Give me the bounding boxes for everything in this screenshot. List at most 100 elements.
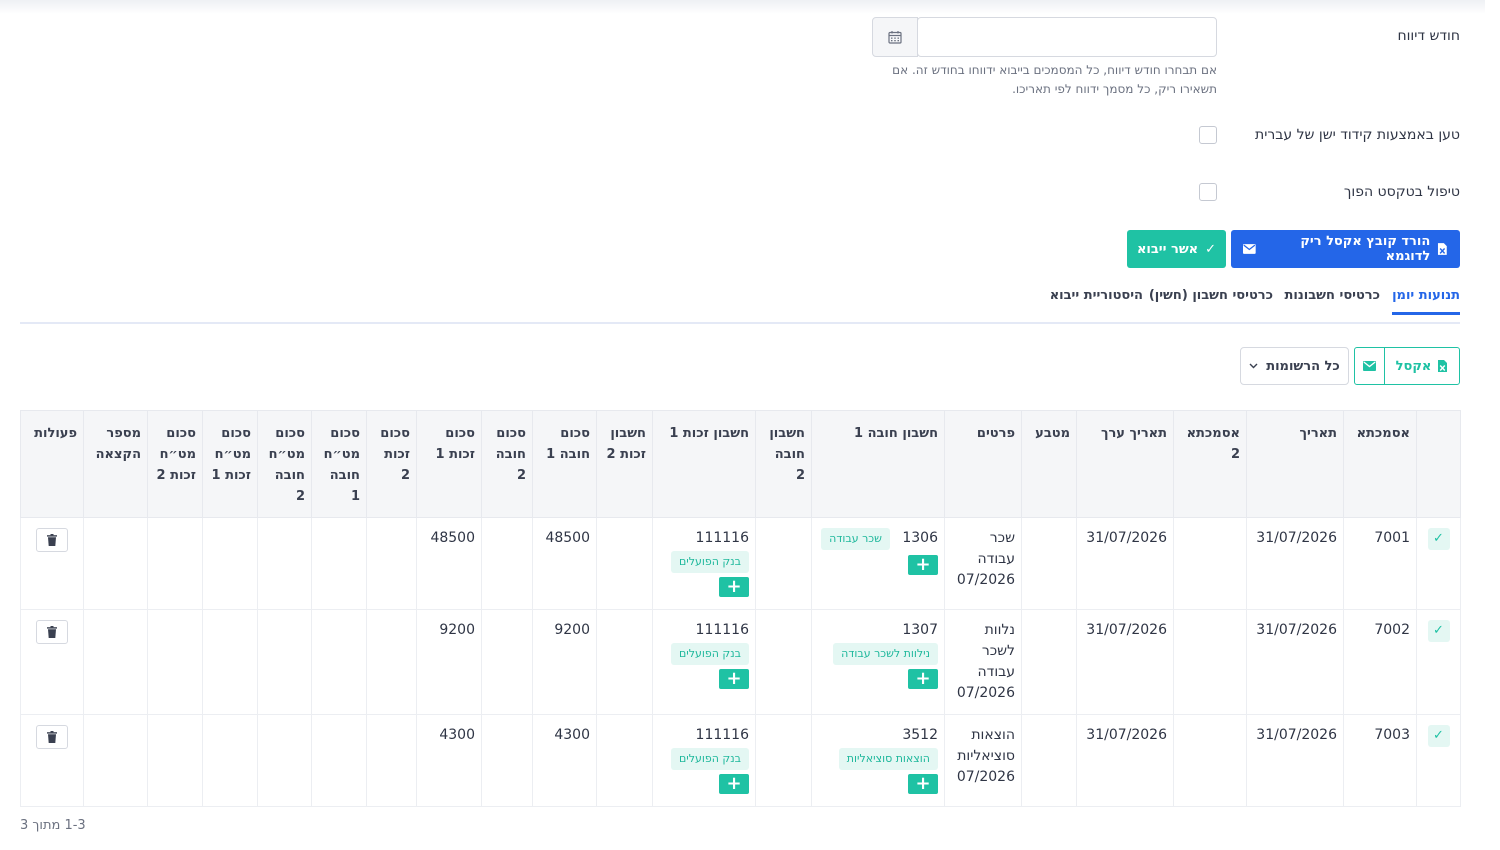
column-header: תאריך [1246,410,1344,518]
ref-cell: 7002 [1343,609,1417,715]
column-header: סכום מט״ח חובה 2 [257,410,312,518]
reverse-text-checkbox[interactable] [1199,183,1217,201]
confirm-import-label: אשר ייבוא [1136,241,1199,257]
tab-account-cards-hashin[interactable]: כרטיסי חשבון (חשין) [1149,288,1273,303]
credit2-cell [596,517,653,610]
trash-icon [47,534,57,546]
tab-import-history[interactable]: היסטוריית ייבוא [1050,288,1143,303]
value-date-cell: 31/07/2026 [1076,714,1174,807]
currency-cell [1021,714,1077,807]
report-month-input[interactable] [917,17,1217,57]
allocation-cell [83,714,148,807]
plus-icon[interactable]: + [719,669,749,689]
journal-table: אסמכתא תאריך אסמכתא 2 תאריך ערך מטבע פרט… [20,410,1461,807]
fx-debit1-cell [311,714,367,807]
fx-debit2-cell [257,714,312,807]
currency-cell [1021,609,1077,715]
debit1-cell: 1307 נילוות לשכר עבודה + [811,609,945,715]
value-date-cell: 31/07/2026 [1076,609,1174,715]
value-date-cell: 31/07/2026 [1076,517,1174,610]
actions-cell [20,714,84,807]
calendar-icon [888,31,902,44]
credit1-value: 111116 [695,530,749,546]
column-header: פעולות [20,410,84,518]
excel-export-button[interactable]: אקסל [1384,347,1460,385]
fx-debit1-cell [311,609,367,715]
ref-cell: 7003 [1343,714,1417,807]
tab-account-cards[interactable]: כרטיסי חשבונות [1285,288,1380,303]
credit1-value: 111116 [695,727,749,743]
column-header: אסמכתא [1343,410,1417,518]
fx-credit2-cell [147,517,203,610]
confirm-import-button[interactable]: ✓ אשר ייבוא [1127,230,1226,268]
fx-credit1-cell [202,609,258,715]
currency-cell [1021,517,1077,610]
delete-row-button[interactable] [36,528,68,552]
chevron-down-icon [1249,363,1258,369]
debit-amount2-cell [481,609,533,715]
fx-credit1-cell [202,517,258,610]
page-scrollbar[interactable] [1485,0,1500,850]
column-header: חשבון זכות 2 [596,410,653,518]
excel-file-icon [1438,360,1448,372]
plus-icon[interactable]: + [908,774,938,794]
debit2-cell [755,517,812,610]
details-cell: שכר עבודה 07/2026 [944,517,1022,610]
legacy-encoding-checkbox[interactable] [1199,126,1217,144]
excel-export-label: אקסל [1395,358,1432,374]
reverse-text-label: טיפול בטקסט הפוך [1343,184,1460,200]
check-icon[interactable]: ✓ [1427,528,1450,550]
calendar-button[interactable] [872,17,918,57]
tab-journal-entries[interactable]: תנועות יומן [1392,288,1460,315]
plus-icon[interactable]: + [908,669,938,689]
check-icon: ✓ [1205,241,1217,257]
credit-amount1-cell: 48500 [416,517,482,610]
credit1-cell: 111116 בנק הפועלים + [652,714,756,807]
credit2-cell [596,714,653,807]
debit2-cell [755,609,812,715]
ref2-cell [1173,714,1247,807]
download-sample-button[interactable]: הורד קובץ אקסל ריק לדוגמא [1231,230,1460,268]
account-tag: הוצאות סוציאליות [838,748,938,770]
allocation-cell [83,517,148,610]
records-filter-dropdown[interactable]: כל הרשומות [1240,347,1349,385]
check-icon[interactable]: ✓ [1427,725,1450,747]
debit-amount2-cell [481,714,533,807]
plus-icon[interactable]: + [719,577,749,597]
debit1-value: 1306 [902,530,938,546]
ref2-cell [1173,609,1247,715]
plus-icon[interactable]: + [719,774,749,794]
plus-icon[interactable]: + [908,555,938,575]
date-cell: 31/07/2026 [1246,714,1344,807]
credit2-cell [596,609,653,715]
email-export-button[interactable] [1354,347,1385,385]
delete-row-button[interactable] [36,725,68,749]
select-column-header [1416,410,1461,518]
envelope-icon [1363,361,1376,371]
column-header: סכום זכות 1 [416,410,482,518]
debit-amount1-cell: 4300 [532,714,597,807]
account-tag: שכר עבודה [821,528,890,550]
column-header: סכום מט״ח חובה 1 [311,410,367,518]
tabs-bar: תנועות יומן כרטיסי חשבונות כרטיסי חשבון … [20,280,1460,324]
download-sample-label: הורד קובץ אקסל ריק לדוגמא [1300,234,1431,264]
fx-debit2-cell [257,609,312,715]
debit-amount2-cell [481,517,533,610]
trash-icon [47,731,57,743]
account-tag: נילוות לשכר עבודה [833,643,938,665]
row-select-cell: ✓ [1416,714,1461,807]
table-row: ✓ 7003 31/07/2026 31/07/2026 הוצאות סוצי… [20,714,1461,807]
account-tag: בנק הפועלים [670,551,749,573]
column-header: מטבע [1021,410,1077,518]
records-filter-label: כל הרשומות [1266,358,1340,374]
debit1-value: 3512 [902,727,938,743]
date-cell: 31/07/2026 [1246,609,1344,715]
column-header: מספר הקצאה [83,410,148,518]
delete-row-button[interactable] [36,620,68,644]
column-header: חשבון חובה 1 [811,410,945,518]
details-cell: נלוות לשכר עבודה 07/2026 [944,609,1022,715]
column-header: סכום חובה 1 [532,410,597,518]
check-icon[interactable]: ✓ [1427,620,1450,642]
row-select-cell: ✓ [1416,609,1461,715]
allocation-cell [83,609,148,715]
